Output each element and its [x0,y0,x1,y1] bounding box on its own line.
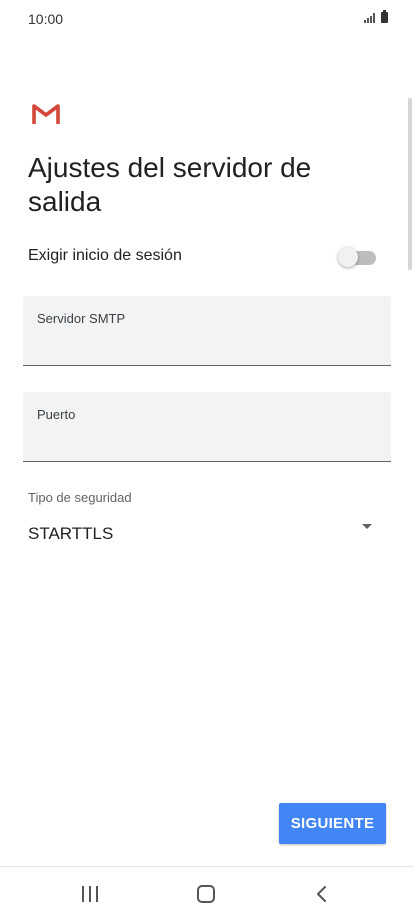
back-icon [317,885,326,902]
battery-icon [381,10,388,23]
outgoing-server-settings-screen: 10:00 Ajustes del servidor de salida Exi… [0,0,414,920]
navigation-bar [0,866,414,920]
port-input[interactable] [37,429,377,455]
security-type-value[interactable]: STARTTLS [28,524,113,544]
next-button[interactable]: SIGUIENTE [279,803,386,844]
status-icons [364,10,388,23]
recent-apps-icon [82,885,98,902]
recent-apps-button[interactable] [60,867,120,920]
security-type-select[interactable]: Tipo de seguridad STARTTLS [28,490,376,550]
port-label: Puerto [37,407,76,422]
home-button[interactable] [176,867,236,920]
status-time: 10:00 [28,11,64,27]
smtp-server-label: Servidor SMTP [37,311,126,326]
home-icon [197,884,215,903]
dropdown-arrow-icon[interactable] [362,524,372,529]
port-field[interactable]: Puerto [23,392,391,462]
toggle-thumb [338,247,358,267]
gmail-logo [32,104,60,124]
page-title: Ajustes del servidor de salida [28,152,312,217]
scrollbar[interactable] [408,98,412,270]
require-login-row[interactable]: Exigir inicio de sesión [28,240,376,272]
smtp-server-field[interactable]: Servidor SMTP [23,296,391,366]
back-button[interactable] [292,867,352,920]
smtp-server-input[interactable] [37,333,377,359]
status-bar: 10:00 [0,0,414,40]
require-login-toggle[interactable] [338,247,376,267]
require-login-label: Exigir inicio de sesión [28,247,182,264]
security-type-label: Tipo de seguridad [28,490,132,505]
signal-icon [364,13,375,23]
